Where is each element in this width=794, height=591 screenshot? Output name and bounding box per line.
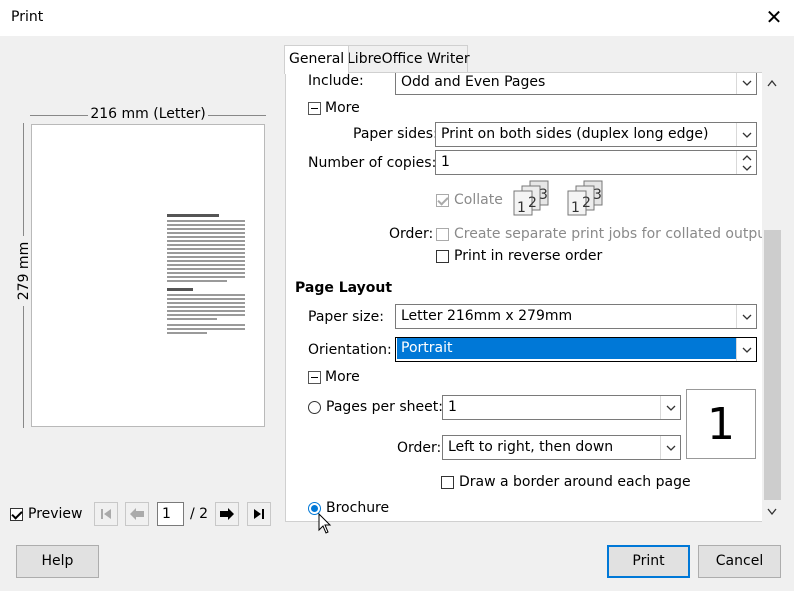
include-select[interactable]: Odd and Even Pages (395, 73, 757, 95)
preview-height-dimension: 279 mm (14, 123, 32, 428)
copies-value: 1 (441, 154, 450, 170)
preview-checkbox-label: Preview (28, 506, 83, 522)
reverse-order-checkbox-box[interactable] (436, 249, 449, 263)
chevron-down-icon[interactable] (736, 123, 756, 146)
order-value: Left to right, then down (448, 439, 614, 455)
more-expander-1[interactable] (308, 102, 321, 115)
chevron-down-icon[interactable] (736, 305, 756, 328)
help-button[interactable]: Help (16, 545, 99, 578)
border-label: Draw a border around each page (459, 474, 691, 490)
separate-jobs-checkbox[interactable]: Create separate print jobs for collated … (436, 226, 772, 242)
pages-per-sheet-select[interactable]: 1 (442, 395, 681, 420)
page-layout-heading: Page Layout (295, 280, 393, 296)
svg-text:3: 3 (539, 187, 548, 203)
preview-width-dimension: 216 mm (Letter) (30, 106, 266, 124)
close-icon[interactable]: ✕ (762, 5, 786, 29)
arrow-left-icon (130, 508, 144, 520)
page-number-input[interactable]: 1 (157, 502, 184, 526)
more-expander-2[interactable] (308, 371, 321, 384)
border-checkbox[interactable]: Draw a border around each page (441, 474, 691, 490)
order-select[interactable]: Left to right, then down (442, 435, 681, 460)
next-page-button[interactable] (215, 502, 239, 526)
brochure-label: Brochure (326, 500, 390, 516)
collate-icon: 1 2 3 (513, 180, 549, 216)
reverse-order-label: Print in reverse order (454, 248, 603, 264)
chevron-down-icon[interactable] (736, 73, 756, 94)
spin-down-icon (742, 165, 751, 171)
paper-size-label: Paper size: (308, 309, 384, 325)
chevron-down-icon[interactable] (736, 338, 756, 361)
scrollbar-thumb[interactable] (764, 230, 781, 500)
chevron-down-icon[interactable] (660, 436, 680, 459)
preview-height-label: 279 mm (16, 236, 32, 306)
paper-sides-value: Print on both sides (duplex long edge) (441, 126, 709, 142)
window-title: Print (11, 9, 44, 25)
copies-label: Number of copies: (308, 155, 437, 171)
order2-label: Order: (397, 440, 442, 456)
print-preview-page (31, 124, 265, 427)
svg-text:1: 1 (517, 200, 526, 216)
paper-size-value: Letter 216mm x 279mm (401, 308, 573, 324)
page-total-label: / 2 (190, 506, 209, 522)
paper-size-select[interactable]: Letter 216mm x 279mm (395, 304, 757, 329)
more-label-2[interactable]: More (325, 369, 360, 385)
paper-sides-select[interactable]: Print on both sides (duplex long edge) (435, 122, 757, 147)
order-label: Order: (389, 226, 434, 242)
chevron-down-icon[interactable] (660, 396, 680, 419)
print-button[interactable]: Print (607, 545, 690, 578)
orientation-value: Portrait (397, 338, 736, 359)
first-page-button[interactable] (94, 502, 118, 526)
cancel-button[interactable]: Cancel (698, 545, 781, 578)
border-checkbox-box[interactable] (441, 475, 454, 489)
pages-per-sheet-label: Pages per sheet: (326, 399, 443, 415)
pages-per-sheet-radio-button[interactable] (308, 400, 321, 414)
preview-page-content (167, 214, 245, 336)
preview-checkbox[interactable]: Preview (10, 506, 83, 522)
last-page-icon (254, 509, 264, 519)
svg-text:3: 3 (593, 187, 602, 203)
scroll-down-icon (767, 508, 777, 515)
orientation-label: Orientation: (308, 342, 392, 358)
orientation-select[interactable]: Portrait (395, 337, 757, 362)
arrow-right-icon (220, 508, 234, 520)
tab-general[interactable]: General (284, 45, 350, 74)
first-page-icon (101, 509, 111, 519)
pages-per-sheet-radio[interactable]: Pages per sheet: (308, 399, 443, 415)
scroll-up-icon (767, 80, 777, 87)
separate-jobs-label: Create separate print jobs for collated … (454, 226, 772, 242)
collate-icon-2: 1 2 3 (567, 180, 603, 216)
more-label-1[interactable]: More (325, 100, 360, 116)
svg-text:2: 2 (582, 195, 591, 211)
collate-checkbox-box[interactable] (436, 193, 449, 207)
separate-jobs-checkbox-box[interactable] (436, 227, 449, 241)
preview-width-label: 216 mm (Letter) (88, 106, 208, 122)
copies-spinbox[interactable]: 1 (435, 150, 757, 175)
last-page-button[interactable] (247, 502, 271, 526)
previous-page-button[interactable] (125, 502, 149, 526)
tab-libreoffice-writer[interactable]: LibreOffice Writer (342, 45, 470, 73)
include-value: Odd and Even Pages (401, 74, 546, 90)
collate-checkbox[interactable]: Collate (436, 192, 503, 208)
mouse-cursor-icon (318, 513, 332, 534)
include-label: Include: (308, 73, 364, 89)
reverse-order-checkbox[interactable]: Print in reverse order (436, 248, 602, 264)
spin-up-icon (742, 154, 751, 160)
spin-buttons[interactable] (736, 151, 756, 174)
title-bar: Print ✕ (0, 0, 794, 36)
preview-checkbox-box[interactable] (10, 507, 23, 521)
svg-text:1: 1 (571, 200, 580, 216)
svg-text:2: 2 (528, 195, 537, 211)
pages-per-sheet-preview: 1 (686, 389, 756, 459)
paper-sides-label: Paper sides: (353, 126, 438, 142)
panel-scrollbar[interactable] (762, 72, 782, 522)
pages-per-sheet-value: 1 (448, 399, 457, 415)
collate-label: Collate (454, 192, 503, 208)
